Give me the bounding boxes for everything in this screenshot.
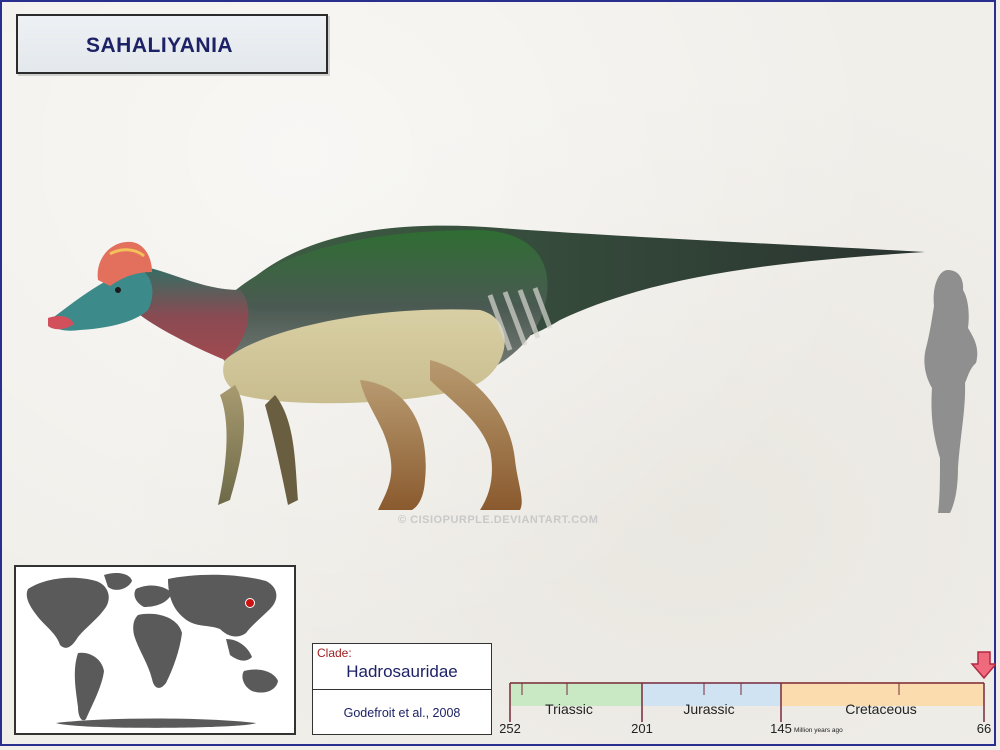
dinosaur-illustration [48, 225, 925, 510]
period-label-cretaceous: Cretaceous [845, 701, 917, 717]
clade-name: Hadrosauridae [346, 662, 458, 681]
south-america-landmass [74, 652, 104, 721]
clade-divider [313, 689, 491, 690]
southeast-asia-landmass [226, 639, 252, 661]
europe-landmass [134, 585, 172, 607]
world-map-graphic [26, 573, 278, 728]
clade-label: Clade: [317, 646, 352, 660]
watermark: © CISIOPURPLE.DEVIANTART.COM [398, 514, 599, 526]
unit-label: Million years ago [794, 727, 843, 734]
species-title: SAHALIYANIA [86, 34, 234, 57]
time-marker-arrow [970, 651, 996, 680]
fossil-location-marker [245, 598, 255, 608]
title-box: SAHALIYANIA [16, 14, 328, 74]
greenland-landmass [104, 573, 132, 590]
australia-landmass [242, 669, 278, 693]
human-scale-silhouette [924, 270, 978, 513]
clade-box: Clade: Hadrosauridae Godefroit et al., 2… [312, 643, 492, 735]
antarctica-landmass [56, 718, 256, 728]
north-america-landmass [26, 577, 109, 648]
tick-label-201: 201 [631, 721, 653, 736]
tick-label-66: 66 [977, 721, 991, 736]
world-map [14, 565, 296, 735]
asia-landmass [168, 574, 277, 637]
geologic-timeline: Triassic Jurassic Cretaceous 252 201 145… [500, 651, 996, 736]
tick-label-145: 145 [770, 721, 792, 736]
tick-label-252: 252 [500, 721, 521, 736]
period-label-jurassic: Jurassic [683, 701, 734, 717]
africa-landmass [133, 613, 182, 688]
clade-authority: Godefroit et al., 2008 [343, 706, 461, 720]
period-label-triassic: Triassic [545, 701, 593, 717]
